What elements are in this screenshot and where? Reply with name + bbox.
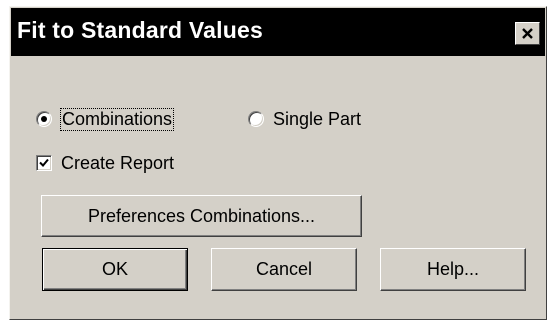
radio-single-part[interactable]: Single Part: [248, 104, 361, 134]
create-report-checkbox[interactable]: [36, 155, 52, 171]
ok-button[interactable]: OK: [42, 248, 188, 291]
radio-button-combinations[interactable]: [36, 111, 52, 127]
create-report-label: Create Report: [61, 152, 175, 173]
close-button[interactable]: [515, 22, 540, 45]
title-bar[interactable]: Fit to Standard Values: [11, 8, 545, 56]
preferences-combinations-button[interactable]: Preferences Combinations...: [41, 195, 362, 237]
close-icon: [522, 28, 533, 39]
checkmark-icon: [39, 158, 49, 167]
radio-label-single-part: Single Part: [273, 108, 362, 129]
help-button[interactable]: Help...: [380, 248, 526, 291]
dialog-title: Fit to Standard Values: [17, 17, 263, 43]
fit-to-standard-values-dialog: Fit to Standard Values Combinations Sing…: [9, 6, 547, 320]
cancel-button[interactable]: Cancel: [211, 248, 357, 291]
radio-label-combinations: Combinations: [59, 107, 175, 131]
radio-selected-dot: [41, 116, 47, 122]
radio-combinations[interactable]: Combinations: [36, 104, 175, 134]
create-report-checkbox-row[interactable]: Create Report: [36, 148, 174, 178]
radio-button-single-part[interactable]: [248, 111, 264, 127]
